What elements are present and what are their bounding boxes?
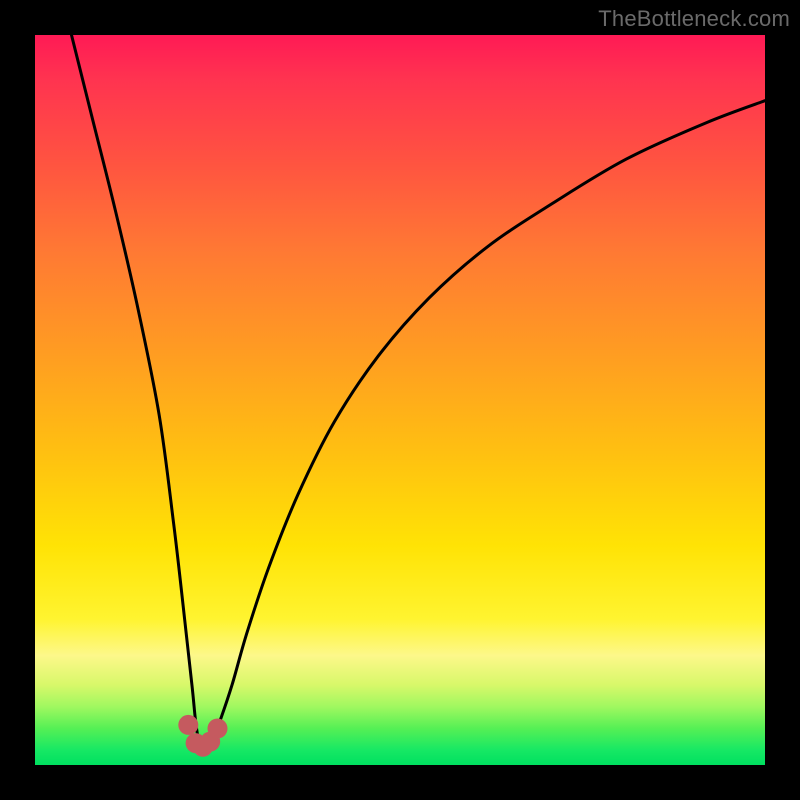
curve-markers — [178, 715, 227, 757]
plot-area — [35, 35, 765, 765]
curve-marker — [178, 715, 198, 735]
watermark-text: TheBottleneck.com — [598, 6, 790, 32]
curve-marker — [208, 719, 228, 739]
bottleneck-curve — [72, 35, 766, 747]
bottleneck-curve-svg — [35, 35, 765, 765]
chart-frame: TheBottleneck.com — [0, 0, 800, 800]
